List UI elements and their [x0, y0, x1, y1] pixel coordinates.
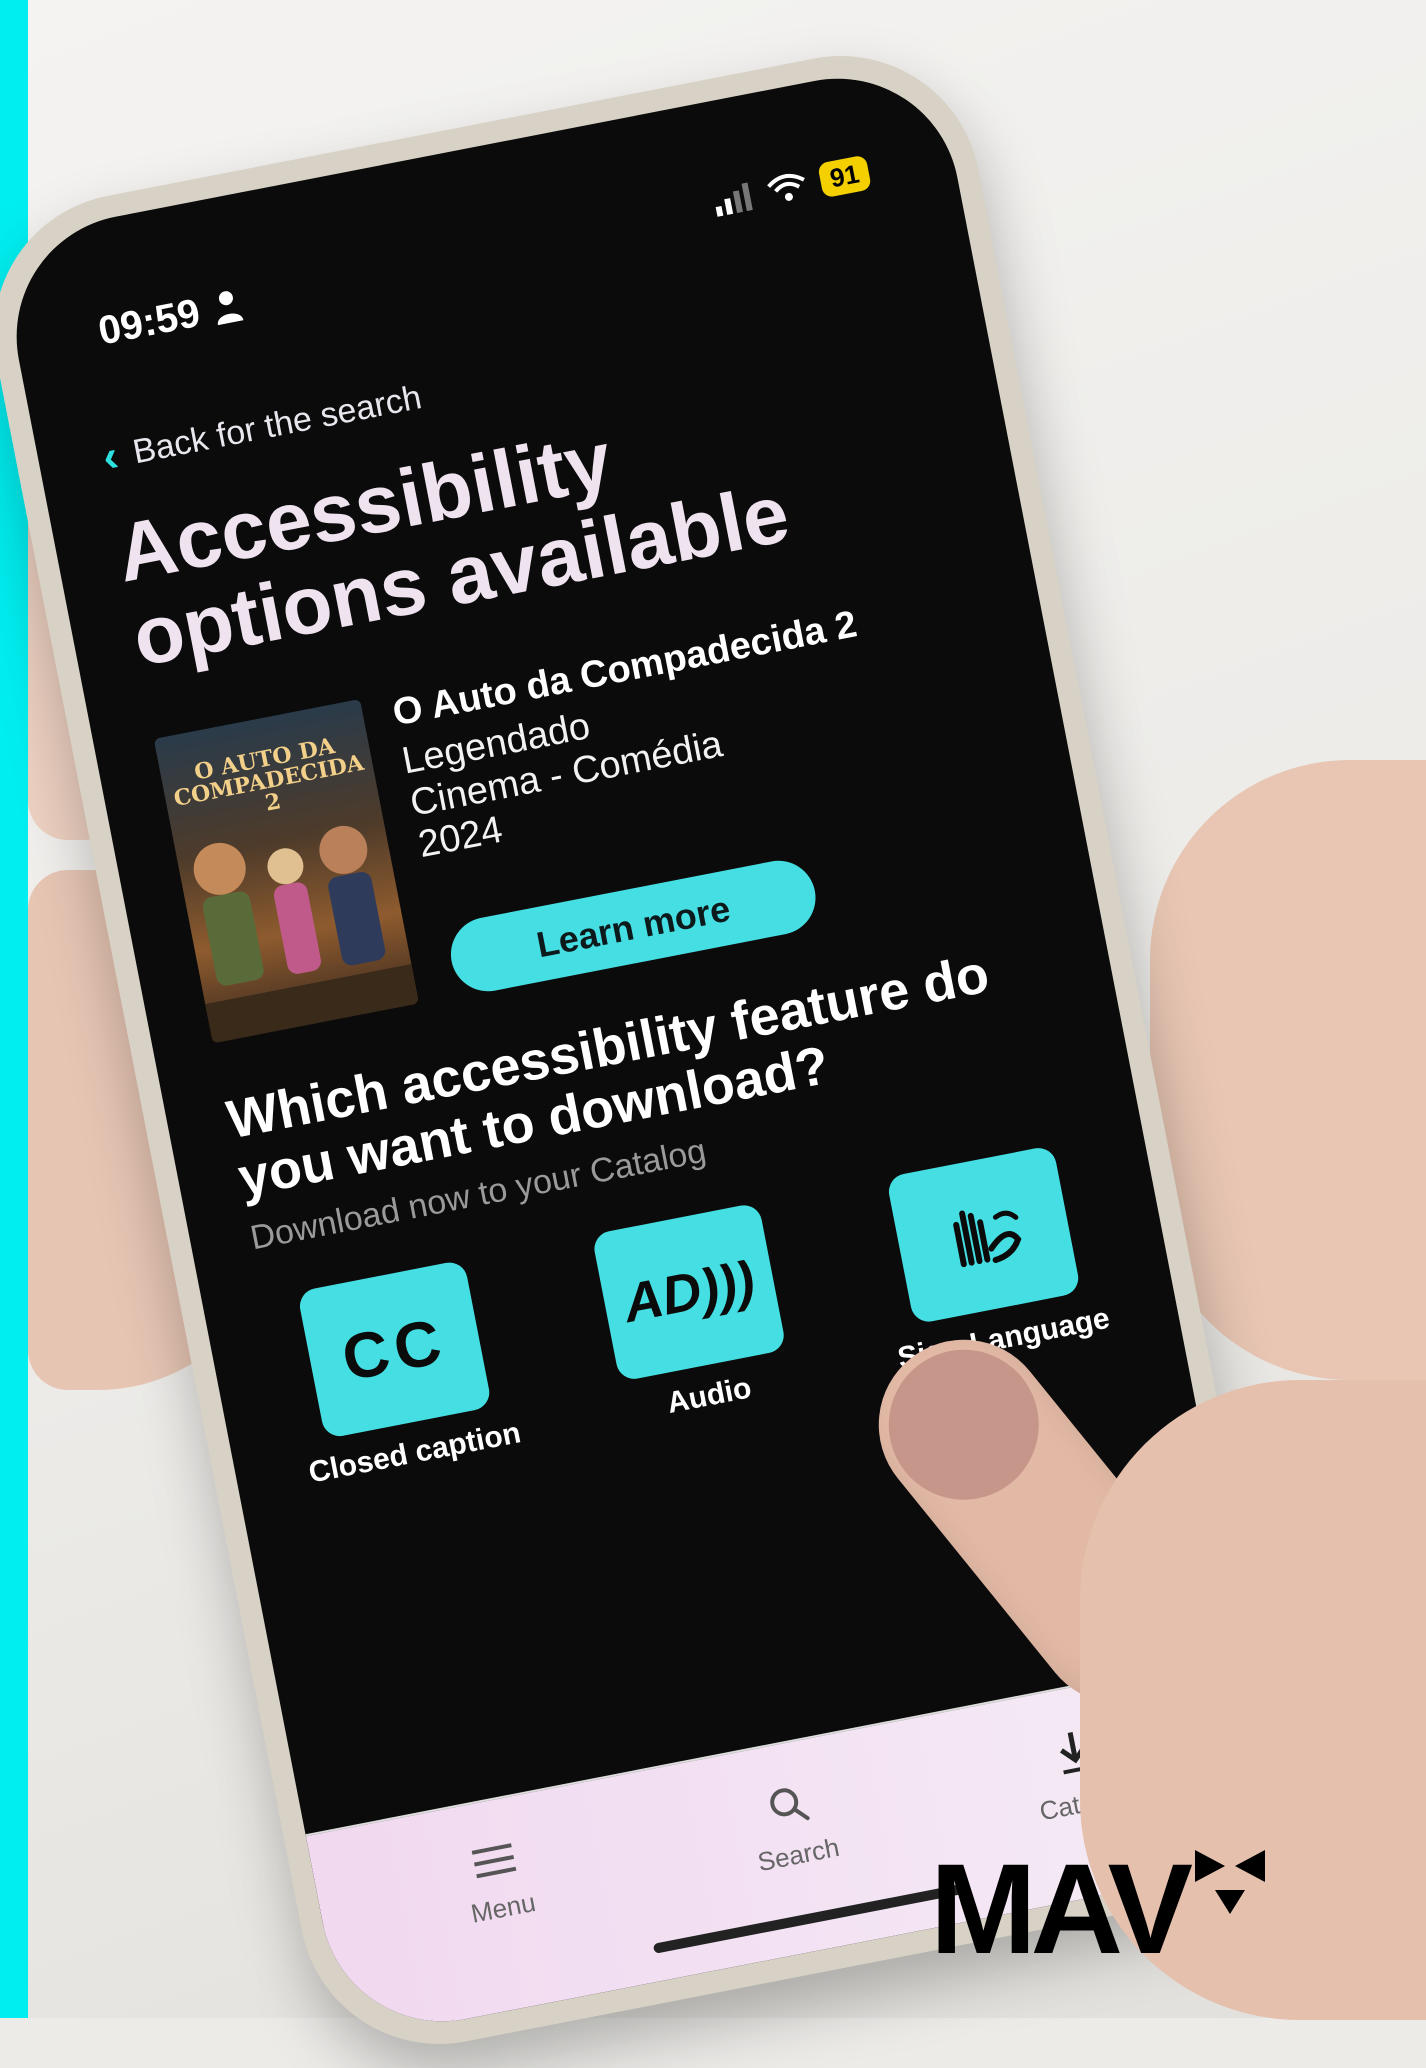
movie-info: O Auto da Compadecida 2 Legendado Cinema… — [389, 603, 886, 866]
sign-language-icon[interactable] — [885, 1144, 1082, 1325]
poster-figures-icon — [193, 825, 420, 1044]
closed-caption-icon[interactable]: CC — [296, 1259, 493, 1440]
chevron-left-icon: ‹ — [98, 431, 123, 483]
battery-indicator: 91 — [817, 154, 872, 199]
tab-menu[interactable]: Menu — [412, 1826, 585, 1939]
tab-search[interactable]: Search — [706, 1769, 880, 1886]
wifi-icon — [767, 173, 805, 201]
menu-icon — [471, 1843, 517, 1879]
tab-menu-label: Menu — [468, 1886, 538, 1929]
signal-icon — [715, 182, 753, 217]
search-icon — [770, 1788, 810, 1821]
home-indicator[interactable] — [652, 1883, 965, 1954]
movie-poster[interactable]: O AUTO DA COMPADECIDA 2 — [153, 699, 420, 1044]
tab-search-label: Search — [755, 1831, 842, 1878]
status-right: 91 — [711, 154, 872, 219]
brand-mark-icon — [1194, 1850, 1265, 1914]
audio-description-icon[interactable]: AD))) — [591, 1202, 787, 1382]
feature-closed-caption[interactable]: CC Closed caption — [262, 1253, 535, 1493]
brand-logo-text: MAV — [930, 1838, 1193, 1981]
brand-logo: MAV — [930, 1846, 1330, 1974]
person-icon — [217, 291, 244, 326]
status-time: 09:59 — [94, 290, 204, 354]
feature-audio-description[interactable]: AD))) Audio — [557, 1196, 830, 1436]
learn-more-button[interactable]: Learn more — [444, 854, 822, 998]
hands-sign-icon — [953, 1210, 1022, 1268]
